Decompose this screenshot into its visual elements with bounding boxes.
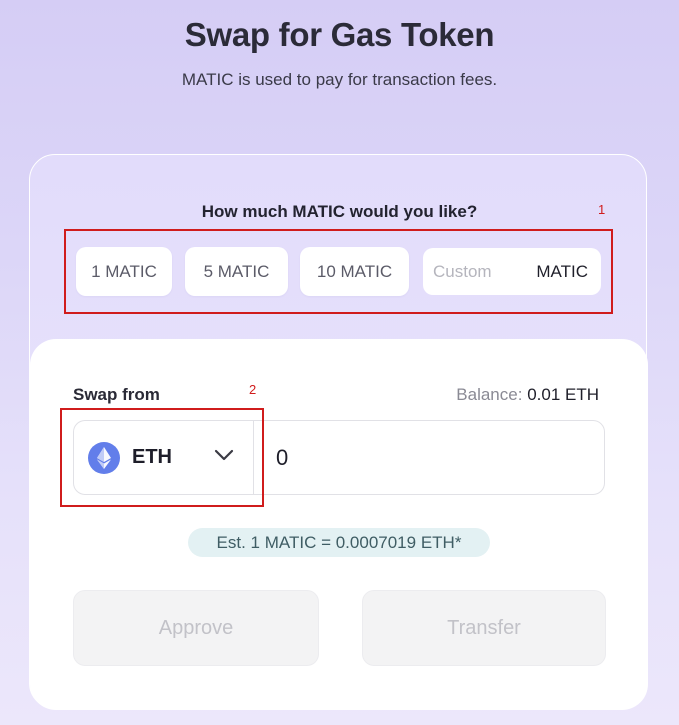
approve-button[interactable]: Approve <box>73 590 319 666</box>
balance-label: Balance: <box>456 385 523 404</box>
token-selector[interactable]: ETH <box>73 420 254 495</box>
custom-amount-unit: MATIC <box>536 261 588 281</box>
exchange-rate-badge: Est. 1 MATIC = 0.0007019 ETH* <box>188 528 490 557</box>
balance-display: Balance: 0.01 ETH <box>456 385 599 405</box>
swap-amount-field <box>253 420 605 495</box>
swap-amount-input[interactable] <box>276 444 576 471</box>
amount-option-1-matic[interactable]: 1 MATIC <box>76 247 172 296</box>
amount-option-10-matic[interactable]: 10 MATIC <box>300 247 409 296</box>
custom-amount-input[interactable] <box>433 261 533 282</box>
page-title: Swap for Gas Token <box>184 16 495 53</box>
page-subtitle: MATIC is used to pay for transaction fee… <box>181 70 498 89</box>
custom-amount-field: MATIC <box>423 248 601 295</box>
transfer-button[interactable]: Transfer <box>362 590 606 666</box>
token-symbol: ETH <box>132 446 172 468</box>
annotation-number-2: 2 <box>249 382 257 397</box>
chevron-down-icon <box>214 448 234 466</box>
amount-question: How much MATIC would you like? <box>201 202 478 221</box>
field-divider <box>253 421 254 494</box>
amount-option-5-matic[interactable]: 5 MATIC <box>185 247 288 296</box>
swap-from-label: Swap from <box>73 385 160 404</box>
balance-value: 0.01 ETH <box>527 385 599 404</box>
annotation-number-1: 1 <box>598 202 606 217</box>
ethereum-icon <box>88 441 120 474</box>
